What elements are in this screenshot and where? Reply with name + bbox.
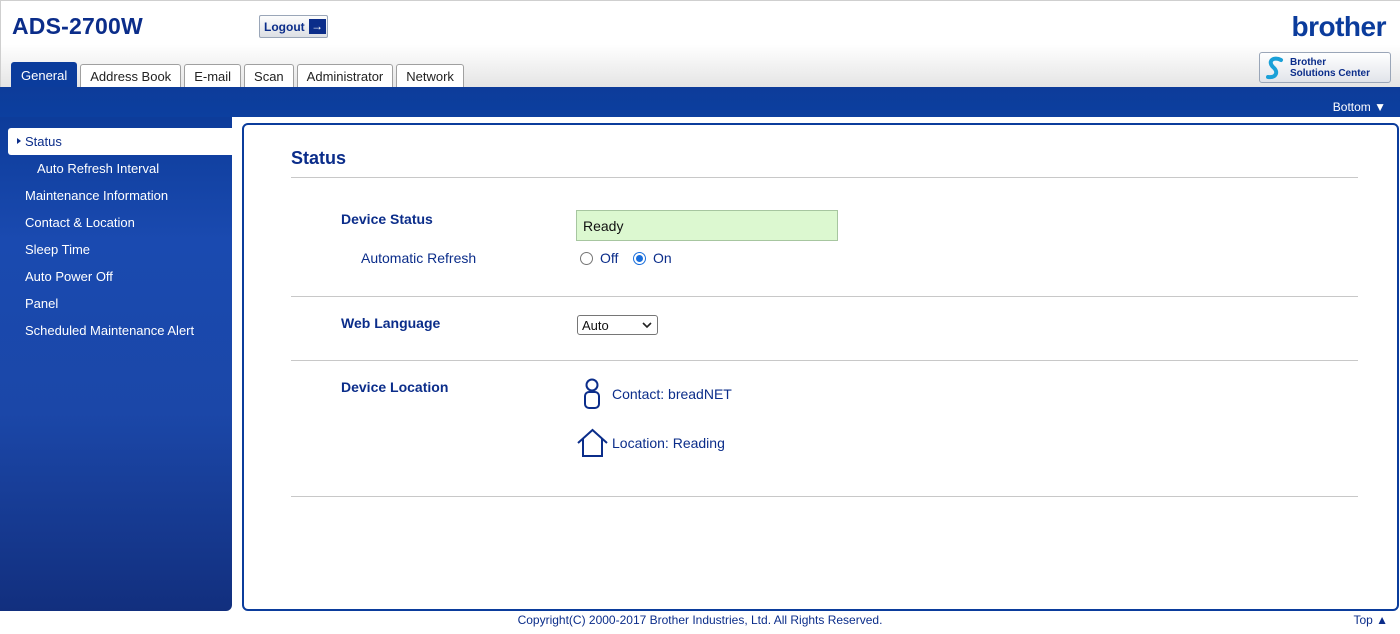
auto-refresh-on-radio[interactable]: On bbox=[633, 250, 672, 266]
sidebar-item-label: Status bbox=[25, 134, 62, 149]
bottom-link[interactable]: Bottom ▼ bbox=[1333, 100, 1386, 114]
triangle-right-icon bbox=[17, 138, 21, 144]
device-status-label: Device Status bbox=[341, 211, 433, 227]
tab-general[interactable]: General bbox=[11, 62, 78, 88]
location-text: Location: Reading bbox=[612, 435, 725, 451]
section-divider bbox=[291, 360, 1358, 361]
copyright: Copyright(C) 2000-2017 Brother Industrie… bbox=[517, 613, 883, 627]
auto-refresh-off-radio[interactable]: Off bbox=[580, 250, 618, 266]
device-location-label: Device Location bbox=[341, 379, 449, 395]
logout-button[interactable]: Logout → bbox=[259, 15, 328, 38]
sidebar-item-status[interactable]: Status bbox=[8, 128, 232, 155]
web-language-label: Web Language bbox=[341, 315, 441, 331]
device-status-value: Ready bbox=[576, 210, 838, 241]
tab-administrator[interactable]: Administrator bbox=[296, 64, 394, 88]
person-icon bbox=[584, 378, 600, 409]
sidebar-item-panel[interactable]: Panel bbox=[8, 290, 232, 317]
radio-off-label: Off bbox=[600, 250, 619, 266]
logout-label: Logout bbox=[264, 19, 305, 34]
logout-arrow-icon: → bbox=[308, 19, 326, 34]
radio-on-label: On bbox=[653, 250, 672, 266]
tab-scan[interactable]: Scan bbox=[244, 64, 294, 88]
radio-off-icon bbox=[580, 251, 593, 265]
sidebar-item-contact-location[interactable]: Contact & Location bbox=[8, 209, 232, 236]
section-divider bbox=[291, 296, 1358, 297]
model-name: ADS-2700W bbox=[12, 13, 143, 39]
chevron-down-icon bbox=[642, 322, 652, 329]
radio-on-icon bbox=[633, 251, 646, 265]
tab-address-book[interactable]: Address Book bbox=[80, 64, 182, 88]
top-link[interactable]: Top ▲ bbox=[1353, 613, 1388, 627]
sidebar-item-auto-power-off[interactable]: Auto Power Off bbox=[8, 263, 232, 290]
sidebar-item-maintenance-information[interactable]: Maintenance Information bbox=[8, 182, 232, 209]
contact-row: Contact: breadNET bbox=[577, 378, 732, 410]
tab-email[interactable]: E-mail bbox=[184, 64, 242, 88]
solutions-center-icon bbox=[1266, 56, 1283, 79]
main-tabs: General Address Book E-mail Scan Adminis… bbox=[11, 62, 464, 88]
tab-network[interactable]: Network bbox=[396, 64, 464, 88]
sidebar-item-scheduled-maintenance-alert[interactable]: Scheduled Maintenance Alert bbox=[8, 317, 232, 344]
contact-text: Contact: breadNET bbox=[612, 386, 732, 402]
location-row: Location: Reading bbox=[577, 427, 725, 459]
automatic-refresh-label: Automatic Refresh bbox=[361, 250, 477, 266]
blue-band bbox=[0, 87, 1400, 117]
solutions-center-label: Brother Solutions Center bbox=[1290, 56, 1371, 79]
sidebar-item-auto-refresh-interval[interactable]: Auto Refresh Interval bbox=[8, 155, 232, 182]
web-language-value: Auto bbox=[582, 317, 609, 333]
section-divider bbox=[291, 496, 1358, 497]
page-title: Status bbox=[291, 148, 347, 168]
brother-logo: brother bbox=[1291, 11, 1387, 42]
web-language-select[interactable]: Auto bbox=[577, 315, 658, 335]
sidebar-item-sleep-time[interactable]: Sleep Time bbox=[8, 236, 232, 263]
solutions-center-button[interactable]: Brother Solutions Center bbox=[1259, 52, 1391, 83]
title-divider bbox=[291, 177, 1358, 178]
content-panel bbox=[242, 123, 1399, 611]
house-icon bbox=[577, 428, 608, 457]
